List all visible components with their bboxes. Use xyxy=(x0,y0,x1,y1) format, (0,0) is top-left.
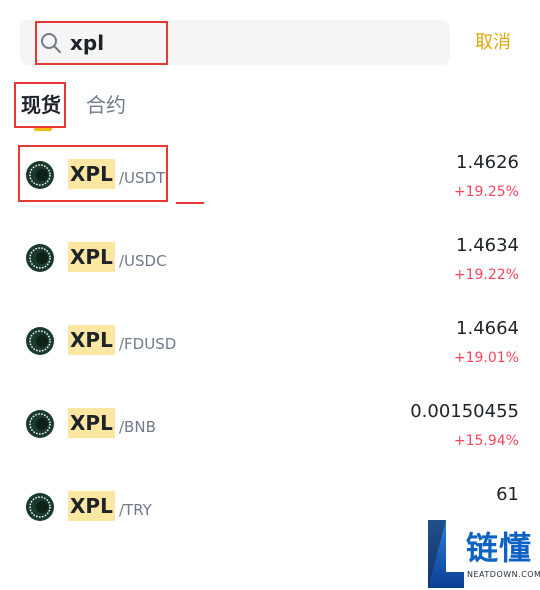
pair-label: XPL xyxy=(68,242,115,274)
highlight-box-spot-tab xyxy=(14,82,66,128)
price-change: +19.01% xyxy=(453,350,519,366)
quote-asset: /USDC xyxy=(119,252,167,270)
watermark-subtitle: NEATDOWN.COM xyxy=(467,570,540,579)
watermark-title: 链懂 xyxy=(466,529,533,567)
xpl-coin-icon xyxy=(26,410,54,438)
pair-row-try[interactable]: XPL /TRY 61 xyxy=(0,477,540,523)
last-price: 61 xyxy=(496,484,519,505)
last-price: 0.00150455 xyxy=(410,401,519,422)
pair-row-bnb[interactable]: XPL /BNB 0.00150455 +15.94% xyxy=(0,394,540,454)
last-price: 1.4634 xyxy=(456,235,519,256)
pair-label: XPL xyxy=(68,325,115,357)
base-asset: XPL xyxy=(68,242,115,272)
pair-row-fdusd[interactable]: XPL /FDUSD 1.4664 +19.01% xyxy=(0,311,540,371)
base-asset: XPL xyxy=(68,408,115,438)
xpl-coin-icon xyxy=(26,493,54,521)
tab-futures[interactable]: 合约 xyxy=(86,92,126,118)
last-price: 1.4626 xyxy=(456,152,519,173)
highlight-box-search xyxy=(35,21,168,65)
cancel-button[interactable]: 取消 xyxy=(475,31,511,55)
price-change: +19.25% xyxy=(453,184,519,200)
base-asset: XPL xyxy=(68,491,115,521)
pair-label: XPL xyxy=(68,408,115,440)
quote-asset: /FDUSD xyxy=(119,335,177,353)
price-change: +19.22% xyxy=(453,267,519,283)
xpl-coin-icon xyxy=(26,244,54,272)
annotation-mark xyxy=(176,202,204,204)
quote-asset: /BNB xyxy=(119,418,156,436)
base-asset: XPL xyxy=(68,325,115,355)
quote-asset: /TRY xyxy=(119,501,152,519)
pair-label: XPL xyxy=(68,491,115,523)
last-price: 1.4664 xyxy=(456,318,519,339)
highlight-box-usdt-pair xyxy=(18,145,168,202)
pair-row-usdc[interactable]: XPL /USDC 1.4634 +19.22% xyxy=(0,228,540,288)
xpl-coin-icon xyxy=(26,327,54,355)
price-change: +15.94% xyxy=(453,433,519,449)
